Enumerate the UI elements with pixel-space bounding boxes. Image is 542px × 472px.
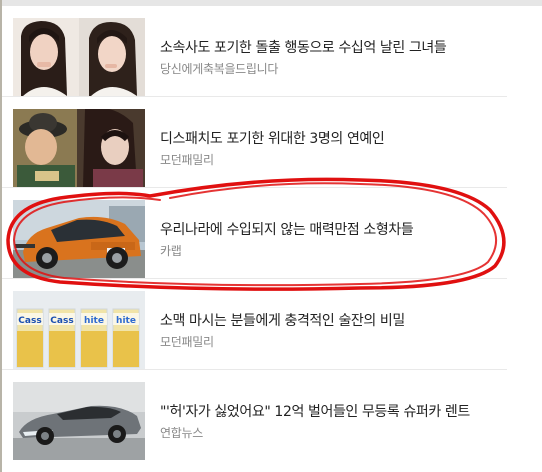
article-title[interactable]: 우리나라에 수입되지 않는 매력만점 소형차들 <box>160 219 414 239</box>
article-card[interactable]: "'허'자가 싫었어요" 12억 벌어들인 무등록 슈퍼카 렌트 연합뉴스 <box>2 370 507 460</box>
article-thumbnail[interactable]: Cass Cass hite hite <box>13 291 145 369</box>
article-source: 당신에게축복을드립니다 <box>160 62 279 76</box>
article-source: 연합뉴스 <box>160 426 203 440</box>
beer-glass-label: hite <box>84 316 104 326</box>
article-title[interactable]: 디스패치도 포기한 위대한 3명의 연예인 <box>160 128 385 148</box>
article-thumbnail[interactable] <box>13 109 145 187</box>
article-card[interactable]: 소속사도 포기한 돌출 행동으로 수십억 날린 그녀들 당신에게축복을드립니다 <box>2 6 507 97</box>
article-source: 카랩 <box>160 244 182 258</box>
article-card[interactable]: Cass Cass hite hite 소맥 마시는 분들에게 충격적인 술잔의… <box>2 279 507 370</box>
article-thumbnail[interactable] <box>13 382 145 460</box>
article-title[interactable]: 소맥 마시는 분들에게 충격적인 술잔의 비밀 <box>160 310 405 330</box>
beer-glass-label: Cass <box>50 316 73 326</box>
article-title[interactable]: "'허'자가 싫었어요" 12억 벌어들인 무등록 슈퍼카 렌트 <box>160 401 470 421</box>
article-source: 모던패밀리 <box>160 335 214 349</box>
beer-glass-label: hite <box>116 316 136 326</box>
article-thumbnail[interactable] <box>13 200 145 278</box>
article-title[interactable]: 소속사도 포기한 돌출 행동으로 수십억 날린 그녀들 <box>160 37 447 57</box>
article-card[interactable]: 우리나라에 수입되지 않는 매력만점 소형차들 카랩 <box>2 188 507 279</box>
article-source: 모던패밀리 <box>160 153 214 167</box>
article-thumbnail[interactable] <box>13 18 145 96</box>
article-list: 소속사도 포기한 돌출 행동으로 수십억 날린 그녀들 당신에게축복을드립니다 … <box>2 6 542 472</box>
beer-glass-label: Cass <box>18 316 41 326</box>
article-card[interactable]: 디스패치도 포기한 위대한 3명의 연예인 모던패밀리 <box>2 97 507 188</box>
